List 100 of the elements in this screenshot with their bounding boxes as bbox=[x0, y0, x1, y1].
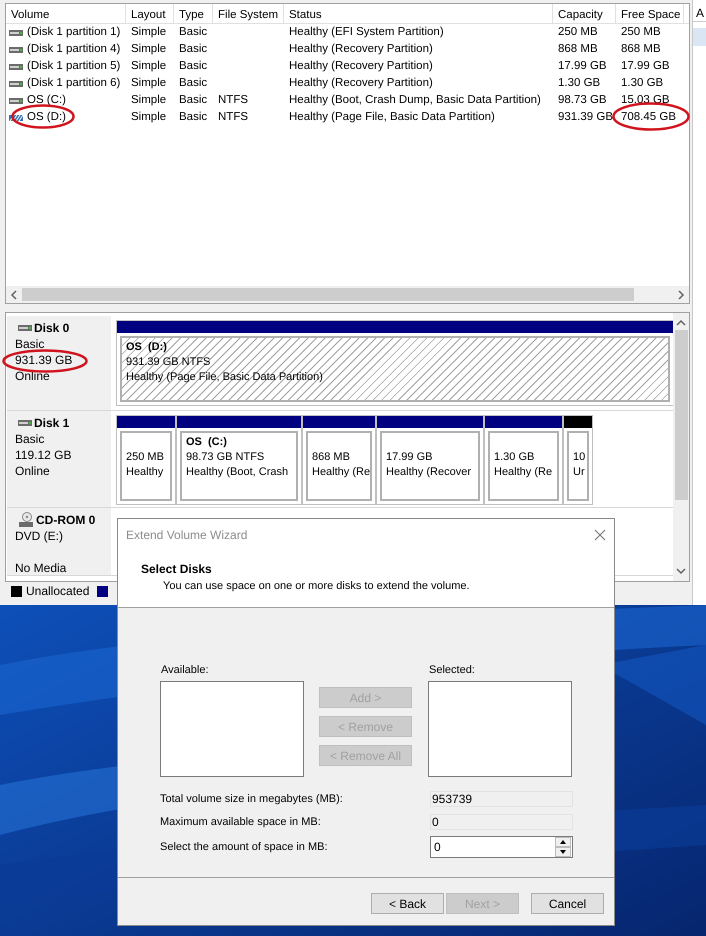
column-header[interactable]: Layout bbox=[126, 4, 174, 23]
partition-block[interactable]: 868 MB Healthy (Re bbox=[302, 415, 376, 505]
drive-icon bbox=[9, 96, 23, 104]
table-cell-text: 250 MB bbox=[558, 24, 598, 40]
partition-block[interactable]: 10 Ur bbox=[563, 415, 593, 505]
partition-info: 868 MB bbox=[312, 450, 351, 465]
spin-up-icon[interactable] bbox=[555, 837, 571, 847]
volume-name: (Disk 1 partition 1) bbox=[27, 24, 120, 40]
partition-header-bar bbox=[117, 416, 175, 428]
drive-icon bbox=[18, 324, 32, 332]
partition-info: Healthy (Page File, Basic Data Partition) bbox=[126, 370, 324, 385]
partition-info: 250 MB bbox=[126, 450, 165, 465]
cd-drive-icon bbox=[18, 512, 34, 528]
wizard-heading: Select Disks bbox=[141, 561, 213, 578]
column-header[interactable]: File System bbox=[213, 4, 284, 23]
volume-name: (Disk 1 partition 4) bbox=[27, 42, 120, 57]
partition-block[interactable]: 250 MB Healthy bbox=[116, 415, 176, 505]
vertical-scrollbar[interactable] bbox=[673, 313, 689, 581]
scrollbar-thumb[interactable] bbox=[674, 330, 688, 500]
table-cell-text: NTFS bbox=[218, 110, 248, 125]
drive-icon bbox=[9, 80, 23, 88]
partition-info: Healthy (Recover bbox=[386, 465, 472, 480]
column-header[interactable]: Free Space bbox=[616, 4, 684, 23]
close-icon[interactable] bbox=[594, 528, 606, 540]
spin-down-icon[interactable] bbox=[555, 847, 571, 857]
table-cell-text: 931.39 GB bbox=[558, 110, 613, 125]
available-disks-list[interactable] bbox=[160, 681, 304, 777]
disk-name: CD-ROM 0 bbox=[36, 512, 96, 528]
table-cell-text: 17.99 GB bbox=[558, 58, 607, 74]
partition-info: 98.73 GB NTFS bbox=[186, 450, 266, 465]
table-cell-text: Basic bbox=[179, 92, 208, 108]
field-value: 0 bbox=[433, 839, 441, 856]
disk-info: 931.39 GB bbox=[15, 352, 72, 368]
disk-info: No Media bbox=[15, 560, 66, 576]
table-cell-text: Basic bbox=[179, 58, 208, 74]
volume-name: OS (D:) bbox=[27, 110, 66, 125]
drive-icon bbox=[9, 46, 23, 54]
table-cell-text: Basic bbox=[179, 76, 208, 91]
table-cell-text: Healthy (Recovery Partition) bbox=[289, 76, 433, 91]
partition-header-bar bbox=[564, 416, 592, 428]
window-title: Extend Volume Wizard bbox=[126, 526, 248, 544]
selected-disks-list[interactable] bbox=[428, 681, 572, 777]
partition-block[interactable]: 1.30 GB Healthy (Re bbox=[484, 415, 563, 505]
legend-label: Unallocated bbox=[26, 583, 90, 600]
table-cell-text: 17.99 GB bbox=[621, 58, 670, 74]
table-cell-text: Simple bbox=[131, 24, 166, 40]
table-cell-text: 250 MB bbox=[621, 24, 661, 40]
table-cell-text: Basic bbox=[179, 24, 208, 40]
column-header[interactable]: Capacity bbox=[553, 4, 616, 23]
table-cell-text: Simple bbox=[131, 92, 166, 108]
actions-header: A bbox=[693, 0, 706, 22]
field-label: Available: bbox=[160, 663, 210, 677]
wizard-subtitle: You can use space on one or more disks to extend the volume. bbox=[162, 579, 471, 594]
wizard-button[interactable]: < Back bbox=[371, 893, 444, 914]
table-cell-text: Healthy (Page File, Basic Data Partition) bbox=[289, 110, 495, 125]
field-label: Select the amount of space in MB: bbox=[160, 840, 329, 855]
scrollbar-thumb[interactable] bbox=[22, 288, 634, 301]
drive-icon bbox=[9, 62, 23, 70]
annotation-circle bbox=[11, 104, 75, 129]
disk-info: Basic bbox=[15, 336, 44, 352]
partition-info: 931.39 GB NTFS bbox=[126, 355, 212, 370]
table-cell-text: Simple bbox=[131, 110, 166, 125]
readonly-field: 0 bbox=[430, 814, 573, 830]
disk-info: 119.12 GB bbox=[15, 447, 72, 463]
drive-icon bbox=[9, 28, 23, 36]
partition-header-bar bbox=[303, 416, 375, 428]
column-header[interactable]: Status bbox=[284, 4, 553, 23]
table-cell-text: Healthy (Boot, Crash Dump, Basic Data Partition) bbox=[289, 92, 541, 108]
readonly-field: 953739 bbox=[430, 791, 573, 808]
partition-block[interactable]: OS (C:) 98.73 GB NTFS Healthy (Boot, Crash bbox=[176, 415, 302, 505]
volume-name: OS (C:) bbox=[27, 92, 66, 108]
disk-info: Online bbox=[15, 368, 50, 384]
table-cell-text: Simple bbox=[131, 76, 166, 91]
field-label: Maximum available space in MB: bbox=[160, 814, 322, 830]
horizontal-scrollbar[interactable] bbox=[6, 286, 689, 303]
table-cell-text: Simple bbox=[131, 42, 166, 57]
partition-info: 10 bbox=[573, 450, 586, 465]
partition-info: 17.99 GB bbox=[386, 450, 434, 465]
partition-info: 1.30 GB bbox=[494, 450, 536, 465]
field-label: Selected: bbox=[428, 663, 476, 677]
field-label: Total volume size in megabytes (MB): bbox=[160, 792, 344, 807]
drive-icon bbox=[18, 419, 32, 427]
volume-name: (Disk 1 partition 6) bbox=[27, 76, 120, 91]
wizard-button[interactable]: Cancel bbox=[531, 893, 604, 914]
table-cell-text: Basic bbox=[179, 42, 208, 57]
table-cell-text: 708.45 GB bbox=[621, 110, 676, 125]
number-spinner[interactable]: 0 bbox=[430, 836, 573, 858]
disk-info: Online bbox=[15, 463, 50, 479]
partition-block[interactable]: OS (D:) 931.39 GB NTFS Healthy (Page File, Basic Data Partition) bbox=[116, 320, 674, 406]
volume-name: (Disk 1 partition 5) bbox=[27, 58, 120, 74]
partition-block[interactable]: 17.99 GB Healthy (Recover bbox=[376, 415, 484, 505]
table-cell-text: Healthy (Recovery Partition) bbox=[289, 58, 433, 74]
table-cell-text: Simple bbox=[131, 58, 166, 74]
table-cell-text: 15.03 GB bbox=[621, 92, 670, 108]
table-cell-text: Basic bbox=[179, 110, 208, 125]
column-header[interactable]: Volume bbox=[6, 4, 126, 23]
table-cell-text: Healthy (EFI System Partition) bbox=[289, 24, 444, 40]
partition-info: Healthy (Boot, Crash bbox=[186, 465, 290, 480]
table-cell-text: 1.30 GB bbox=[558, 76, 600, 91]
column-header[interactable]: Type bbox=[174, 4, 213, 23]
